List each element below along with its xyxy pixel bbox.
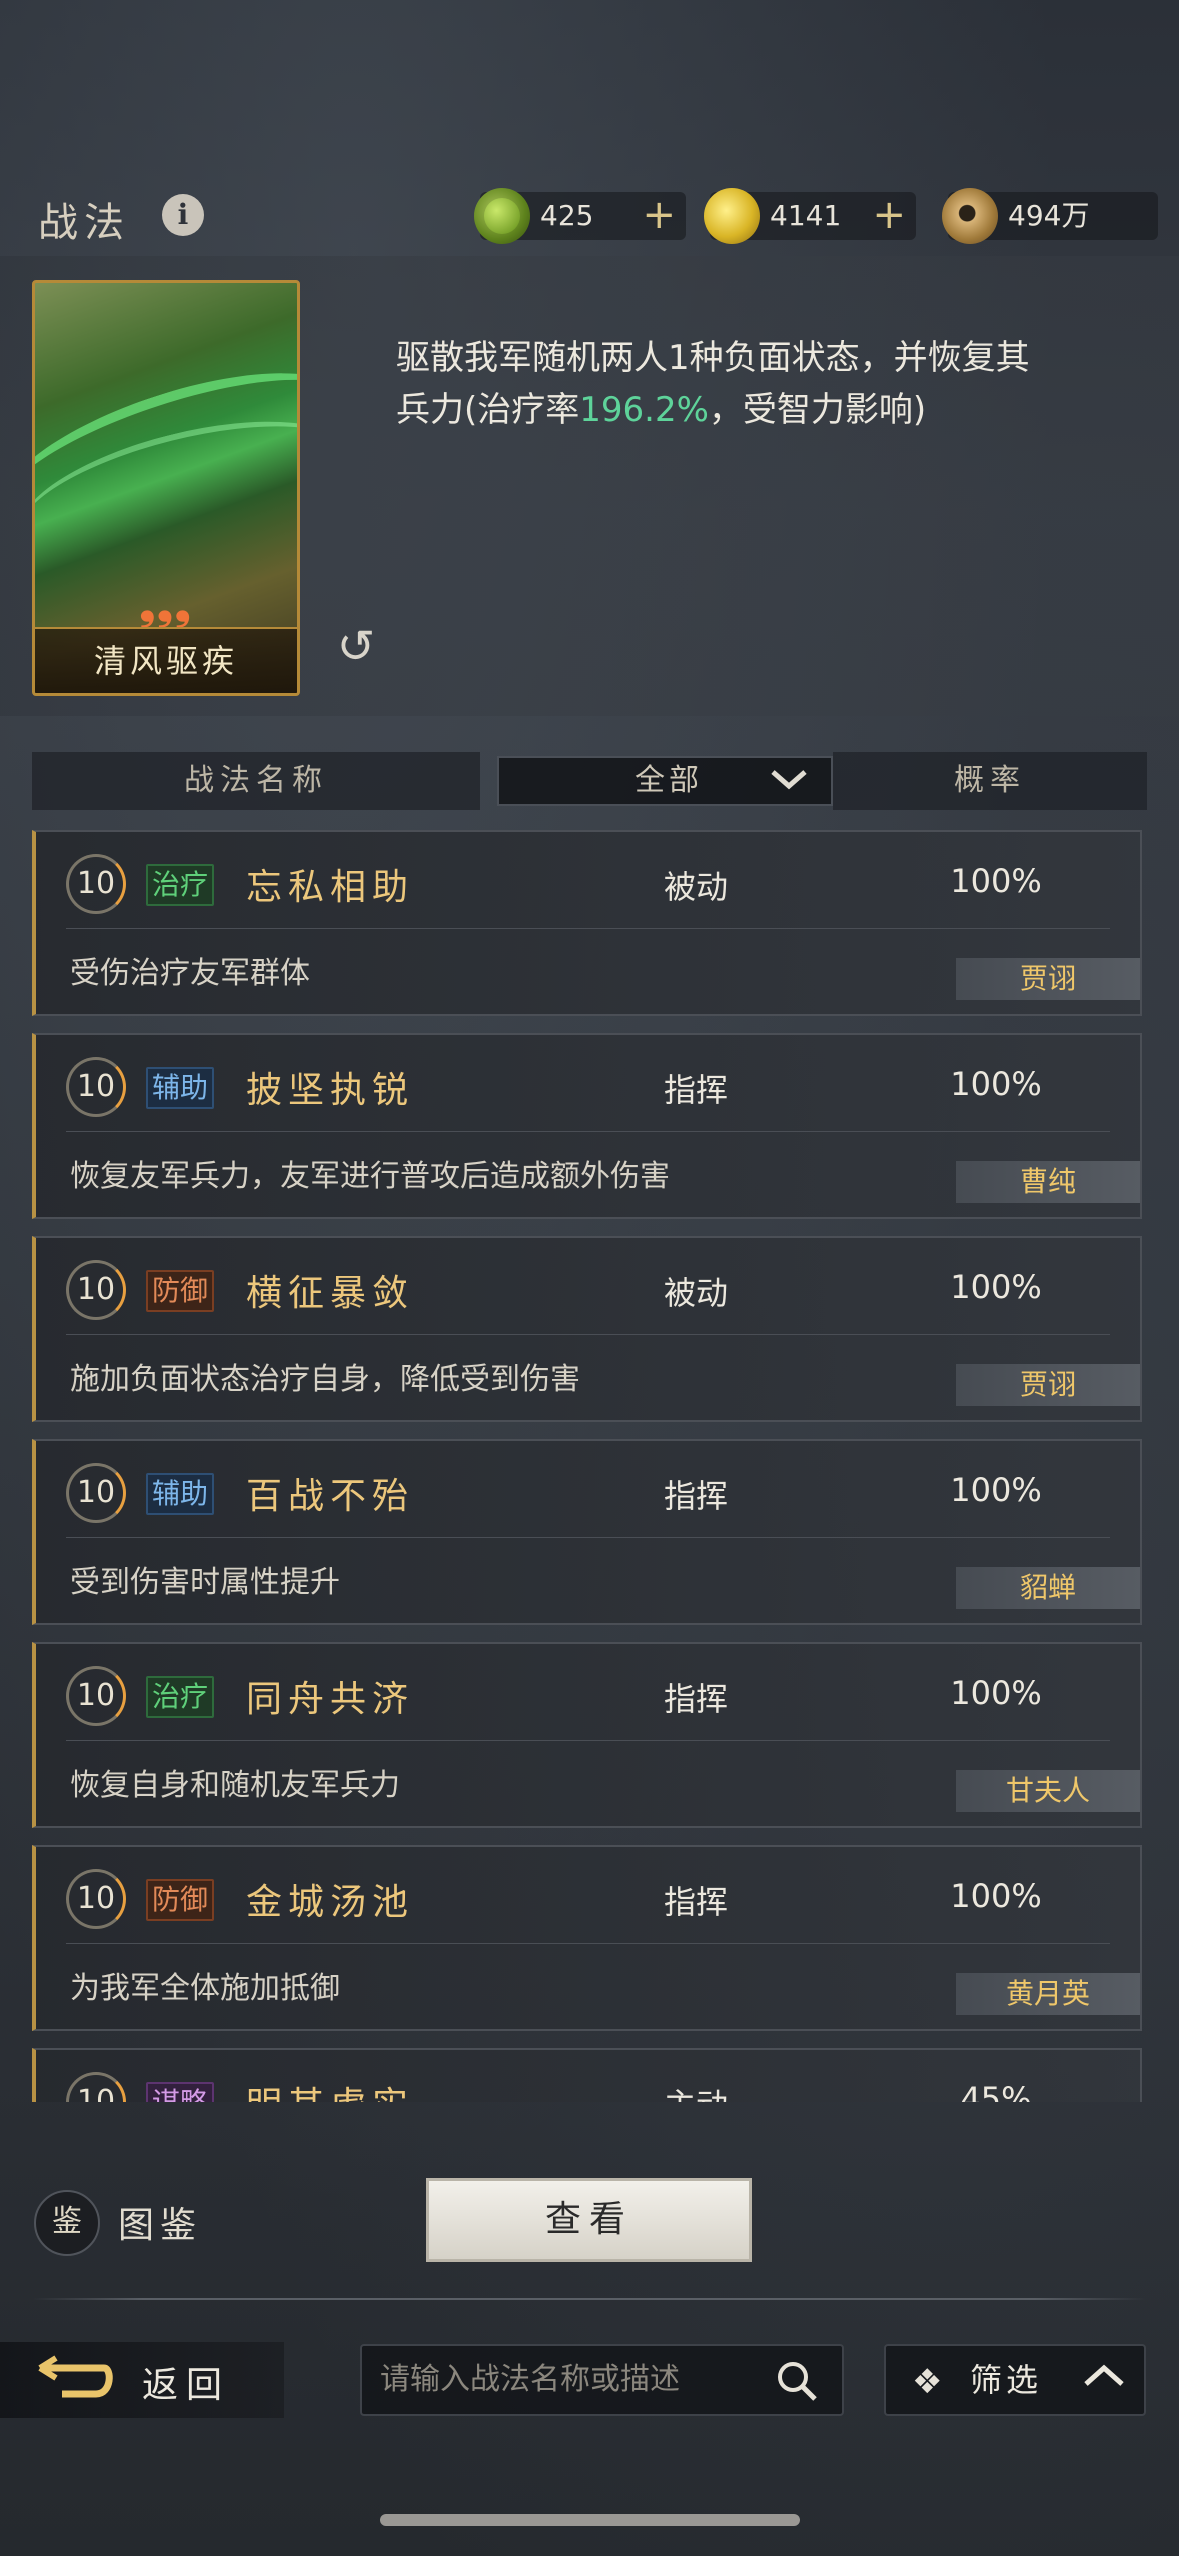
row-divider (66, 1131, 1110, 1132)
filter-icon: ❖ (912, 2362, 943, 2402)
skill-row[interactable]: 10 治疗 忘私相助 被动 100% 受伤治疗友军群体 贾诩 (32, 830, 1142, 1016)
skill-probability: 100% (950, 1877, 1042, 1915)
search-box[interactable] (360, 2344, 844, 2416)
row-divider (66, 1740, 1110, 1741)
skill-owner-tag: 贾诩 (956, 1364, 1140, 1406)
skill-level-badge: 10 (66, 1057, 126, 1117)
jade-coin-icon (474, 188, 530, 244)
skill-row[interactable]: 10 辅助 披坚执锐 指挥 100% 恢复友军兵力，友军进行普攻后造成额外伤害 曹纯 (32, 1033, 1142, 1219)
skill-stars-icon: ❟❟❟ (139, 583, 193, 629)
skill-category-tag: 谋略 (146, 2082, 215, 2102)
gold-coin-icon (704, 188, 760, 244)
skill-type: 主动 (596, 2080, 796, 2102)
skill-summary: 受伤治疗友军群体 (70, 956, 310, 991)
skill-probability: 100% (950, 1674, 1042, 1712)
skill-summary: 受到伤害时属性提升 (70, 1565, 340, 1600)
skill-description: 驱散我军随机两人1种负面状态，并恢复其兵力(治疗率196.2%，受智力影响) (396, 338, 1030, 430)
skill-row[interactable]: 10 治疗 同舟共济 指挥 100% 恢复自身和随机友军兵力 甘夫人 (32, 1642, 1142, 1828)
skill-name: 百战不殆 (246, 1476, 415, 1517)
skill-row[interactable]: 10 防御 横征暴敛 被动 100% 施加负面状态治疗自身，降低受到伤害 贾诩 (32, 1236, 1142, 1422)
resource-copper: 494万 (942, 188, 1158, 244)
search-icon[interactable] (774, 2358, 820, 2404)
skill-name: 横征暴敛 (246, 1273, 415, 1314)
skill-category-tag: 防御 (146, 1879, 215, 1921)
skill-summary: 施加负面状态治疗自身，降低受到伤害 (70, 1362, 580, 1397)
row-divider (66, 928, 1110, 929)
add-jade-button[interactable]: + (642, 192, 676, 240)
refresh-icon[interactable]: ↺ (330, 620, 382, 672)
search-input[interactable] (380, 2346, 770, 2414)
copper-coin-icon (942, 188, 998, 244)
resource-gold: 4141 + (704, 188, 916, 244)
skill-level-badge: 10 (66, 1666, 126, 1726)
skill-summary: 为我军全体施加抵御 (70, 1971, 340, 2006)
skill-summary: 恢复友军兵力，友军进行普攻后造成额外伤害 (70, 1159, 670, 1194)
skill-name: 明其虚实 (246, 2076, 414, 2102)
column-header-probability: 概率 (833, 752, 1147, 810)
skill-probability: 100% (950, 1471, 1042, 1509)
copper-value: 494万 (1008, 199, 1090, 232)
chevron-down-icon (769, 764, 809, 803)
skill-category-tag: 治疗 (146, 864, 215, 906)
skill-type: 指挥 (663, 1477, 728, 1515)
row-divider (66, 1334, 1110, 1335)
skill-summary: 恢复自身和随机友军兵力 (70, 1768, 400, 1803)
skill-probability: 100% (950, 1268, 1042, 1306)
skill-owner-tag: 貂蝉 (956, 1567, 1140, 1609)
skill-category-tag: 辅助 (146, 1473, 215, 1515)
skill-level-badge: 10 (66, 1869, 126, 1929)
info-icon[interactable]: i (162, 194, 204, 236)
heal-rate: 196.2% (579, 390, 709, 430)
home-indicator (380, 2514, 800, 2526)
skill-level-badge: 10 (66, 1463, 126, 1523)
column-header-name: 战法名称 (32, 752, 480, 810)
skill-category-tag: 治疗 (146, 1676, 215, 1718)
codex-button[interactable]: 图鉴 (118, 2196, 202, 2248)
skill-level-badge: 10 (66, 2072, 126, 2102)
type-filter-dropdown[interactable]: 全部 (497, 756, 833, 806)
type-filter-value: 全部 (635, 763, 703, 798)
skill-name: 忘私相助 (246, 867, 415, 908)
jade-value: 425 (540, 199, 594, 232)
skill-owner-tag: 甘夫人 (956, 1770, 1140, 1812)
skill-row[interactable]: 10 谋略 明其虚实 主动 45% (32, 2048, 1142, 2102)
skill-owner-tag: 贾诩 (956, 958, 1140, 1000)
add-gold-button[interactable]: + (872, 192, 906, 240)
resource-jade: 425 + (474, 188, 686, 244)
gold-value: 4141 (770, 199, 842, 232)
skill-type: 指挥 (663, 1071, 728, 1109)
codex-icon[interactable]: 鉴 (34, 2190, 100, 2256)
skill-probability: 100% (950, 1065, 1042, 1103)
filter-button[interactable]: ❖ 筛选 (884, 2344, 1146, 2416)
skill-type: 被动 (663, 868, 728, 906)
filter-label: 筛选 (970, 2361, 1043, 2399)
chevron-up-icon (1082, 2356, 1126, 2402)
row-divider (66, 1537, 1110, 1538)
back-label[interactable]: 返回 (142, 2356, 230, 2408)
page-title: 战法 (38, 200, 130, 246)
skill-card-name: 清风驱疾 (35, 627, 297, 693)
skill-category-tag: 辅助 (146, 1067, 215, 1109)
skill-row[interactable]: 10 辅助 百战不殆 指挥 100% 受到伤害时属性提升 貂蝉 (32, 1439, 1142, 1625)
skill-type: 被动 (663, 1274, 728, 1312)
skill-card: ❟❟❟ 清风驱疾 (32, 280, 300, 696)
view-button[interactable]: 查看 (426, 2178, 752, 2262)
skill-level-badge: 10 (66, 854, 126, 914)
back-arrow-icon[interactable] (34, 2354, 114, 2406)
skill-name: 金城汤池 (246, 1882, 415, 1923)
skill-type: 指挥 (663, 1680, 728, 1718)
skill-probability: 100% (950, 862, 1042, 900)
skill-list[interactable]: 10 治疗 忘私相助 被动 100% 受伤治疗友军群体 贾诩 10 辅助 披坚执锐 指挥 100% 恢复… (32, 830, 1146, 2102)
skill-category-tag: 防御 (146, 1270, 215, 1312)
skill-probability: 45% (960, 2080, 1032, 2102)
skill-row[interactable]: 10 防御 金城汤池 指挥 100% 为我军全体施加抵御 黄月英 (32, 1845, 1142, 2031)
skill-name: 同舟共济 (246, 1679, 415, 1720)
skill-name: 披坚执锐 (246, 1070, 415, 1111)
skill-owner-tag: 黄月英 (956, 1973, 1140, 2015)
skill-level-badge: 10 (66, 1260, 126, 1320)
skill-type: 指挥 (663, 1883, 728, 1921)
row-divider (66, 1943, 1110, 1944)
divider (32, 2298, 1146, 2300)
skill-owner-tag: 曹纯 (956, 1161, 1140, 1203)
